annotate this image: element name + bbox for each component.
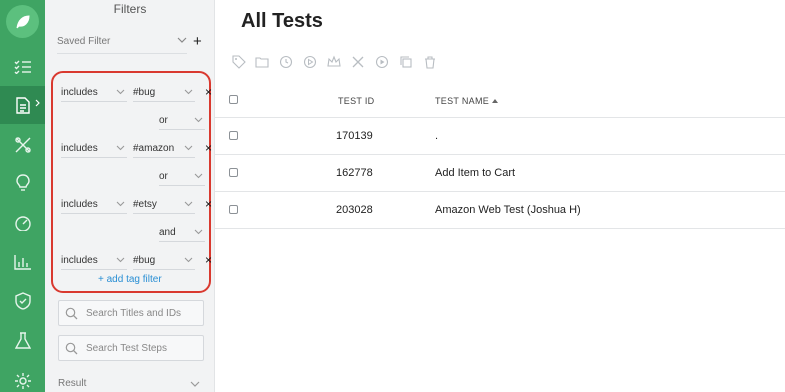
search-titles-input[interactable]: Search Titles and IDs [58,300,204,326]
table-row[interactable]: 203028 Amazon Web Test (Joshua H) [215,192,785,229]
tag-operator-label: includes [61,255,98,266]
page-title: All Tests [241,10,323,32]
chevron-down-icon [194,173,203,179]
conjunction-select[interactable]: and [159,224,205,242]
row-checkbox[interactable] [229,205,238,214]
play-circle-icon[interactable] [303,55,317,69]
chevron-down-icon [177,37,187,43]
test-id-cell: 170139 [336,130,373,142]
tag-filter-row: includes #bug × [61,252,213,270]
conjunction-select[interactable]: or [159,168,205,186]
tag-operator-label: includes [61,143,98,154]
tag-value-label: #amazon [133,143,175,154]
folder-icon[interactable] [255,55,269,69]
nav-lightbulb-icon[interactable] [0,164,45,202]
table-row[interactable]: 170139 . [215,118,785,155]
test-name-cell[interactable]: . [435,130,438,142]
tag-value-select[interactable]: #bug [133,252,195,270]
sort-ascending-icon [492,99,499,103]
nav-bar-chart-icon[interactable] [0,243,45,281]
clock-icon[interactable] [279,55,293,69]
column-header-test-id[interactable]: TEST ID [338,96,374,106]
run-tests-icon[interactable] [375,55,389,69]
chevron-down-icon [190,381,200,387]
search-icon [65,307,78,320]
add-tag-filter-link[interactable]: + add tag filter [98,274,162,285]
remove-filter-button[interactable]: × [205,141,212,155]
tools-cross-icon[interactable] [351,55,365,69]
tag-operator-select[interactable]: includes [61,196,127,214]
tag-operator-select[interactable]: includes [61,84,127,102]
tag-operator-label: includes [61,199,98,210]
row-checkbox[interactable] [229,131,238,140]
nav-dashboard-gauge-icon[interactable] [0,204,45,242]
search-steps-input[interactable]: Search Test Steps [58,335,204,361]
crown-icon[interactable] [327,55,341,69]
table-row[interactable]: 162778 Add Item to Cart [215,155,785,192]
panel-title: Filters [113,2,147,16]
tag-value-select[interactable]: #bug [133,84,195,102]
nav-checklist-icon[interactable] [0,48,45,86]
test-id-cell: 203028 [336,204,373,216]
select-all-checkbox[interactable] [229,95,238,104]
nav-gear-icon[interactable] [0,362,45,392]
test-id-cell: 162778 [336,167,373,179]
nav-flask-icon[interactable] [0,322,45,360]
nav-rail [0,0,45,392]
tag-value-select[interactable]: #amazon [133,140,195,158]
tag-filter-row: includes #bug × [61,84,213,102]
chevron-down-icon [116,89,125,95]
trash-icon[interactable] [423,55,437,69]
column-header-test-name[interactable]: TEST NAME [435,96,499,106]
search-titles-placeholder: Search Titles and IDs [86,308,182,319]
nav-tools-icon[interactable] [0,126,45,164]
tag-operator-select[interactable]: includes [61,252,127,270]
result-label: Result [58,378,87,389]
leaf-logo-icon[interactable] [6,5,39,38]
remove-filter-button[interactable]: × [205,85,212,99]
chevron-down-icon [194,117,203,123]
tag-value-label: #etsy [133,199,157,210]
conjunction-label: and [159,227,176,238]
tag-icon[interactable] [232,55,246,69]
tag-operator-select[interactable]: includes [61,140,127,158]
chevron-down-icon [116,201,125,207]
nav-shield-check-icon[interactable] [0,282,45,320]
add-saved-filter-button[interactable]: + [193,33,202,50]
tag-operator-label: includes [61,87,98,98]
table-header: TEST ID TEST NAME [215,82,785,118]
tag-filter-group: includes #bug × or includes #amazon × or… [51,71,213,293]
column-header-test-name-label: TEST NAME [435,96,490,106]
chevron-down-icon [184,89,193,95]
test-name-cell[interactable]: Amazon Web Test (Joshua H) [435,204,581,216]
tag-value-select[interactable]: #etsy [133,196,195,214]
copy-icon[interactable] [399,55,413,69]
main-content: All Tests TEST ID TEST NAME 170139 . 162… [215,0,785,392]
conjunction-select[interactable]: or [159,112,205,130]
tag-value-label: #bug [133,255,156,266]
chevron-down-icon [116,257,125,263]
conjunction-label: or [159,115,168,126]
remove-filter-button[interactable]: × [205,253,212,267]
tag-filter-row: includes #amazon × [61,140,213,158]
conjunction-label: or [159,171,168,182]
remove-filter-button[interactable]: × [205,197,212,211]
result-filter-select[interactable]: Result [58,378,204,389]
test-name-cell[interactable]: Add Item to Cart [435,167,515,179]
chevron-down-icon [184,145,193,151]
search-steps-placeholder: Search Test Steps [86,343,167,354]
tag-value-label: #bug [133,87,156,98]
tag-filter-row: includes #etsy × [61,196,213,214]
chevron-down-icon [116,145,125,151]
chevron-down-icon [184,201,193,207]
search-icon [65,342,78,355]
nav-document-icon[interactable] [0,86,45,124]
chevron-down-icon [194,229,203,235]
chevron-down-icon [184,257,193,263]
chevron-right-icon [35,99,40,107]
saved-filter-select[interactable]: Saved Filter [57,36,187,54]
saved-filter-label: Saved Filter [57,36,111,47]
row-checkbox[interactable] [229,168,238,177]
